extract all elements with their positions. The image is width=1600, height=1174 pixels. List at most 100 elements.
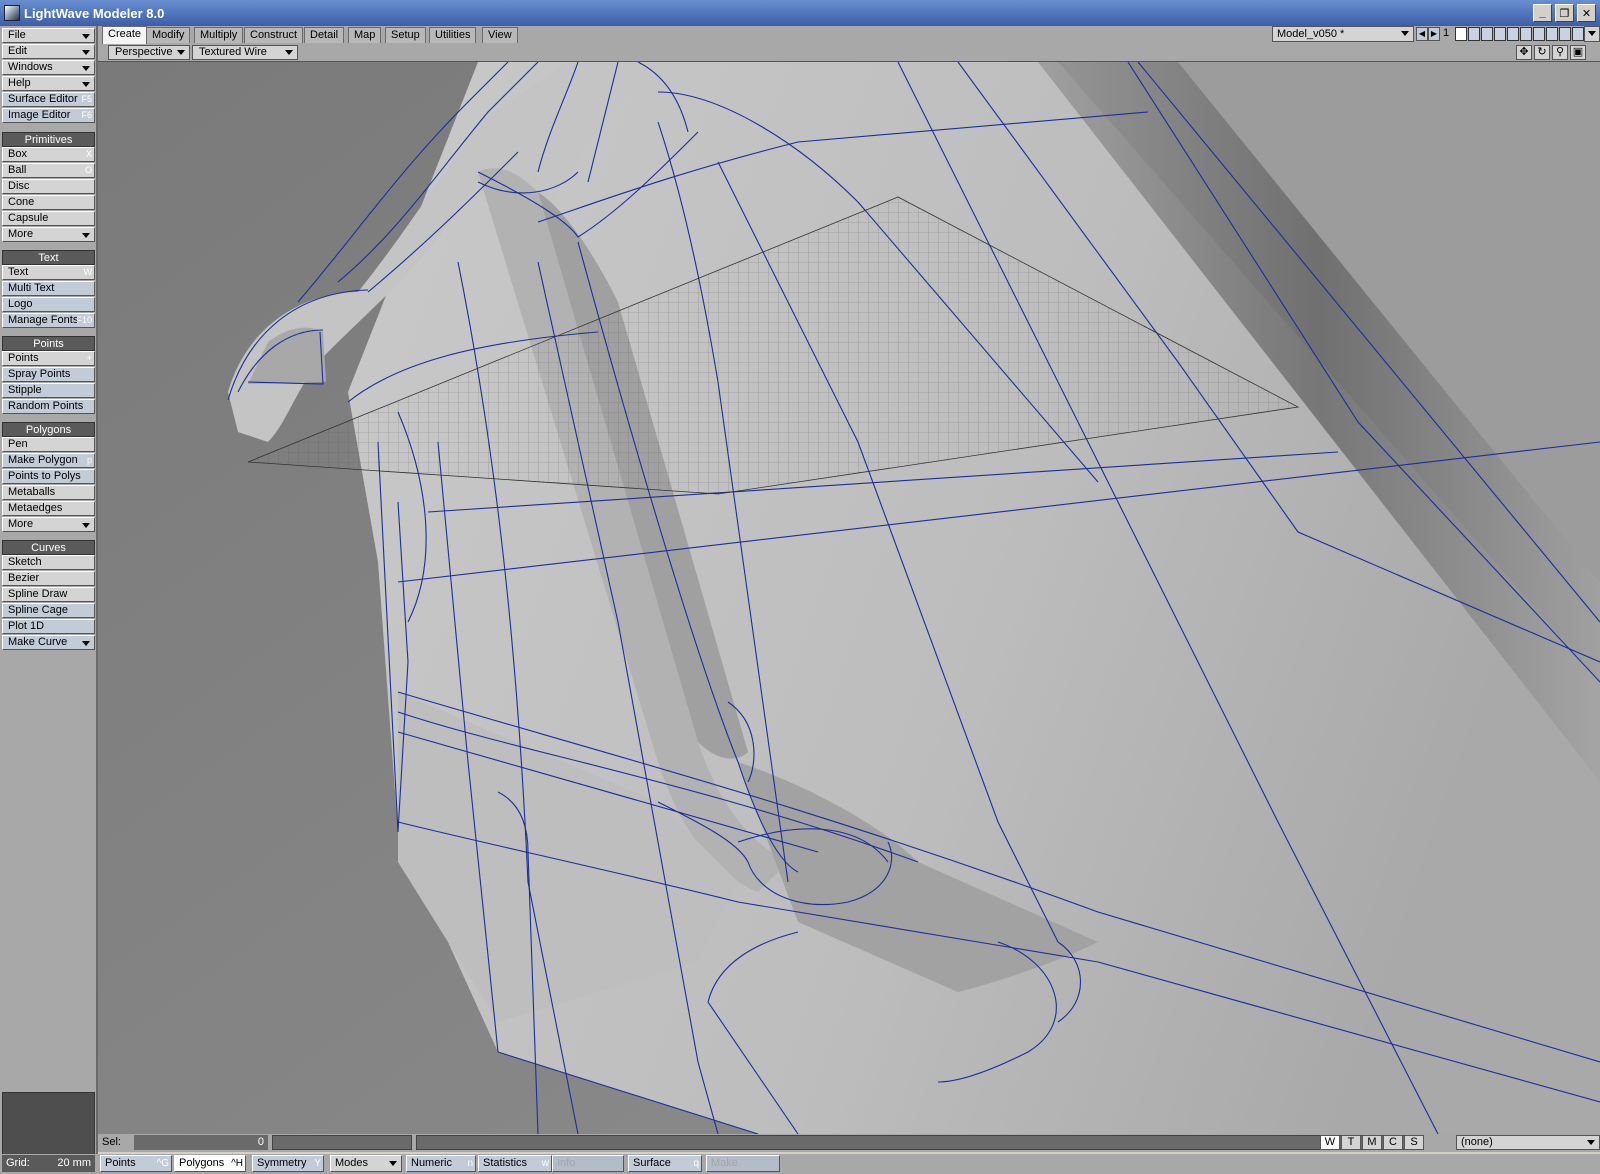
surface-editor-label: Surface Editor xyxy=(8,93,78,105)
layer-4-button[interactable] xyxy=(1494,27,1506,41)
maximize-view-icon[interactable]: ▣ xyxy=(1570,45,1586,60)
grid-value: 20 mm xyxy=(57,1157,91,1169)
model-select[interactable]: Model_v050 * xyxy=(1272,26,1414,42)
tab-modify[interactable]: Modify xyxy=(146,27,191,43)
layer-2-button[interactable] xyxy=(1468,27,1480,41)
chevron-down-icon xyxy=(82,641,90,646)
spline-cage-label: Spline Cage xyxy=(8,604,68,616)
metaedges-label: Metaedges xyxy=(8,502,63,514)
layer-7-button[interactable] xyxy=(1533,27,1545,41)
tab-create[interactable]: Create xyxy=(102,26,148,44)
zoom-view-icon[interactable]: ⚲ xyxy=(1552,45,1568,60)
tab-detail[interactable]: Detail xyxy=(304,27,345,43)
symmetry-button[interactable]: Symmetry Y xyxy=(252,1155,324,1172)
ball-label: Ball xyxy=(8,164,27,176)
help-menu-label: Help xyxy=(8,77,31,89)
metaballs-button[interactable]: Metaballs xyxy=(2,485,95,500)
surface-editor-button[interactable]: Surface Editor F5 xyxy=(2,92,95,107)
spline-draw-button[interactable]: Spline Draw xyxy=(2,587,95,602)
sketch-button[interactable]: Sketch xyxy=(2,555,95,570)
chevron-down-icon xyxy=(177,50,185,55)
points-to-polys-button[interactable]: Points to Polys xyxy=(2,469,95,484)
surface-button[interactable]: Surface q xyxy=(628,1155,702,1172)
render-mode-select[interactable]: Textured Wire xyxy=(192,45,298,60)
box-button[interactable]: Box X xyxy=(2,147,95,162)
info-button[interactable]: Info xyxy=(552,1155,624,1172)
layer-menu-button[interactable] xyxy=(1584,26,1600,42)
metaedges-button[interactable]: Metaedges xyxy=(2,501,95,516)
close-button[interactable]: ✕ xyxy=(1577,4,1596,22)
statistics-button[interactable]: Statistics w xyxy=(478,1155,552,1172)
sel-label: Sel: xyxy=(102,1136,121,1148)
wtmcs-s-button[interactable]: S xyxy=(1404,1135,1424,1150)
wtmcs-c-button[interactable]: C xyxy=(1383,1135,1403,1150)
minimize-button[interactable]: _ xyxy=(1533,4,1552,22)
spray-points-button[interactable]: Spray Points xyxy=(2,367,95,382)
layer-1-button[interactable] xyxy=(1455,27,1467,41)
make-polygon-button[interactable]: Make Polygon p xyxy=(2,453,95,468)
shortcut-label: F6 xyxy=(81,110,92,120)
layer-8-button[interactable] xyxy=(1546,27,1558,41)
shortcut-label: q xyxy=(693,1158,699,1169)
cone-button[interactable]: Cone xyxy=(2,195,95,210)
layer-10-button[interactable] xyxy=(1572,27,1584,41)
perspective-viewport[interactable] xyxy=(98,62,1600,1134)
restore-button[interactable]: ❐ xyxy=(1555,4,1574,22)
layer-prev-button[interactable]: ◀ xyxy=(1416,27,1428,41)
wtmcs-w-button[interactable]: W xyxy=(1320,1135,1340,1150)
layer-5-button[interactable] xyxy=(1507,27,1519,41)
plot-1d-button[interactable]: Plot 1D xyxy=(2,619,95,634)
tab-multiply[interactable]: Multiply xyxy=(194,27,244,43)
polygons-more-button[interactable]: More xyxy=(2,517,95,532)
tab-construct[interactable]: Construct xyxy=(244,27,304,43)
modes-select[interactable]: Modes xyxy=(330,1155,402,1172)
make-button[interactable]: Make xyxy=(706,1155,780,1172)
manage-fonts-button[interactable]: Manage Fonts F10 xyxy=(2,313,95,328)
bezier-button[interactable]: Bezier xyxy=(2,571,95,586)
edit-menu-label: Edit xyxy=(8,45,27,57)
text-header: Text xyxy=(2,250,95,265)
rotate-view-icon[interactable]: ↻ xyxy=(1534,45,1550,60)
file-menu[interactable]: File xyxy=(2,28,95,43)
points-to-polys-label: Points to Polys xyxy=(8,470,81,482)
disc-button[interactable]: Disc xyxy=(2,179,95,194)
layer-3-button[interactable] xyxy=(1481,27,1493,41)
pen-label: Pen xyxy=(8,438,28,450)
points-button[interactable]: Points + xyxy=(2,351,95,366)
tab-utilities[interactable]: Utilities xyxy=(429,27,477,43)
stipple-button[interactable]: Stipple xyxy=(2,383,95,398)
make-curve-button[interactable]: Make Curve xyxy=(2,635,95,650)
image-editor-button[interactable]: Image Editor F6 xyxy=(2,108,95,123)
logo-button[interactable]: Logo xyxy=(2,297,95,312)
text-button[interactable]: Text W xyxy=(2,265,95,280)
tab-view[interactable]: View xyxy=(482,27,518,43)
sel-count: 0 xyxy=(134,1135,268,1150)
windows-menu[interactable]: Windows xyxy=(2,60,95,75)
tab-map[interactable]: Map xyxy=(348,27,382,43)
spline-cage-button[interactable]: Spline Cage xyxy=(2,603,95,618)
layer-next-button[interactable]: ▶ xyxy=(1428,27,1440,41)
chevron-down-icon xyxy=(1588,31,1596,36)
pen-button[interactable]: Pen xyxy=(2,437,95,452)
edit-menu[interactable]: Edit xyxy=(2,44,95,59)
numeric-button[interactable]: Numeric n xyxy=(406,1155,476,1172)
capsule-button[interactable]: Capsule xyxy=(2,211,95,226)
primitives-more-button[interactable]: More xyxy=(2,227,95,242)
move-view-icon[interactable]: ✥ xyxy=(1516,45,1532,60)
wtmcs-m-button[interactable]: M xyxy=(1362,1135,1382,1150)
chevron-down-icon xyxy=(82,523,90,528)
ball-button[interactable]: Ball O xyxy=(2,163,95,178)
statistics-label: Statistics xyxy=(483,1157,528,1169)
help-menu[interactable]: Help xyxy=(2,76,95,91)
multi-text-button[interactable]: Multi Text xyxy=(2,281,95,296)
wtmcs-t-button[interactable]: T xyxy=(1341,1135,1361,1150)
points-mode-button[interactable]: Points ^G xyxy=(100,1155,172,1172)
view-mode-select[interactable]: Perspective xyxy=(108,45,190,60)
layer-9-button[interactable] xyxy=(1559,27,1571,41)
tab-setup[interactable]: Setup xyxy=(385,27,426,43)
polygons-mode-button[interactable]: Polygons ^H xyxy=(174,1155,246,1172)
layer-6-button[interactable] xyxy=(1520,27,1532,41)
random-points-button[interactable]: Random Points xyxy=(2,399,95,414)
surface-select[interactable]: (none) xyxy=(1456,1135,1600,1150)
chevron-down-icon xyxy=(285,50,293,55)
